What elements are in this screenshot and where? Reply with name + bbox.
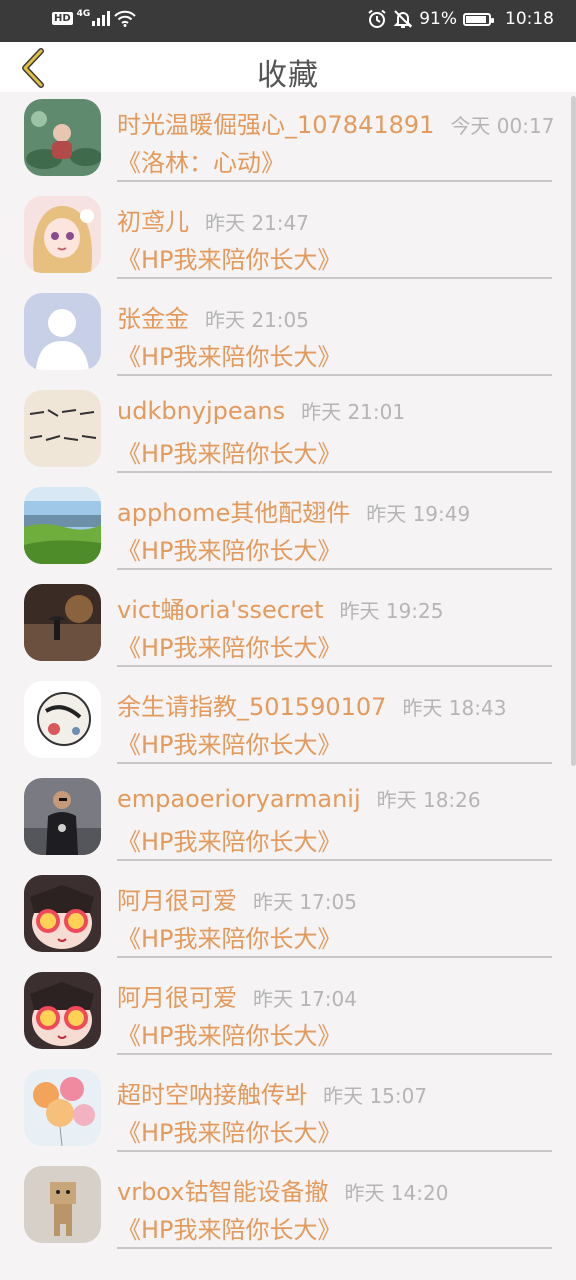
fiction-title[interactable]: 《HP我来陪你长大》 — [117, 1113, 342, 1148]
fiction-title[interactable]: 《HP我来陪你长大》 — [117, 240, 342, 275]
clock: 10:18 — [505, 9, 554, 29]
cartoon-glasses-avatar[interactable] — [24, 875, 101, 952]
man-photo-avatar[interactable] — [24, 778, 101, 855]
username[interactable]: 余生请指教_501590107 — [117, 687, 386, 722]
divider — [117, 180, 552, 182]
favorites-list: 时光温暖倔强心_107841891 今天 00:17 《洛林：心动》 初鸢儿 昨天 21… — [0, 92, 576, 1256]
fiction-title[interactable]: 《HP我来陪你长大》 — [117, 725, 342, 760]
balloons-avatar[interactable] — [24, 1069, 101, 1146]
divider — [117, 568, 552, 570]
list-item[interactable]: 初鸢儿 昨天 21:47 《HP我来陪你长大》 — [0, 189, 576, 286]
username[interactable]: apphome其他配翅件 — [117, 493, 350, 528]
username[interactable]: 阿月很可爱 — [117, 881, 237, 916]
battery-percent: 91% — [419, 9, 457, 29]
divider — [117, 277, 552, 279]
hd-badge: HD — [52, 12, 73, 25]
default-avatar[interactable] — [24, 293, 101, 370]
anime-girl-avatar[interactable] — [24, 196, 101, 273]
box-robot-avatar[interactable] — [24, 1166, 101, 1243]
timestamp: 今天 00:17 — [450, 114, 555, 138]
list-item[interactable]: udkbnyjpeans 昨天 21:01 《HP我来陪你长大》 — [0, 383, 576, 480]
bell-off-icon — [393, 10, 413, 28]
divider — [117, 1053, 552, 1055]
divider — [117, 956, 552, 958]
username[interactable]: 初鸢儿 — [117, 202, 189, 237]
landscape-avatar[interactable] — [24, 487, 101, 564]
alarm-icon — [368, 9, 386, 28]
username[interactable]: 阿月很可爱 — [117, 978, 237, 1013]
list-item[interactable]: 阿月很可爱 昨天 17:04 《HP我来陪你长大》 — [0, 965, 576, 1062]
username[interactable]: vrbox钴智能设备撤 — [117, 1172, 328, 1207]
fiction-title[interactable]: 《HP我来陪你长大》 — [117, 531, 342, 566]
handwriting-avatar[interactable] — [24, 390, 101, 467]
fiction-title[interactable]: 《HP我来陪你长大》 — [117, 1210, 342, 1245]
page-title: 收藏 — [257, 58, 319, 93]
timestamp: 昨天 18:26 — [376, 788, 481, 812]
timestamp: 昨天 17:05 — [253, 890, 357, 914]
status-bar: HD 4G 91% 10:18 — [0, 0, 576, 42]
divider — [117, 859, 552, 861]
network-type: 4G — [76, 8, 91, 19]
list-item[interactable]: apphome其他配翅件 昨天 19:49 《HP我来陪你长大》 — [0, 480, 576, 577]
divider — [117, 665, 552, 667]
timestamp: 昨天 17:04 — [253, 987, 357, 1011]
ink-painting-avatar[interactable] — [24, 681, 101, 758]
username[interactable]: empaoerioryarmanij — [117, 785, 361, 813]
battery-fill — [466, 15, 487, 23]
username[interactable]: 张金金 — [117, 299, 189, 334]
username[interactable]: 时光温暖倔强心_107841891 — [117, 105, 434, 140]
timestamp: 昨天 19:49 — [366, 502, 471, 526]
list-item[interactable]: 阿月很可爱 昨天 17:05 《HP我来陪你长大》 — [0, 868, 576, 965]
cartoon-glasses-avatar[interactable] — [24, 972, 101, 1049]
photo-avatar-lotus[interactable] — [24, 99, 101, 176]
timestamp: 昨天 15:07 — [323, 1084, 428, 1108]
list-item[interactable]: vrbox钴智能设备撤 昨天 14:20 《HP我来陪你长大》 — [0, 1159, 576, 1256]
timestamp: 昨天 21:01 — [301, 400, 406, 424]
fiction-title[interactable]: 《HP我来陪你长大》 — [117, 919, 342, 954]
divider — [117, 1150, 552, 1152]
timestamp: 昨天 19:25 — [339, 599, 444, 623]
divider — [117, 762, 552, 764]
divider — [117, 1247, 552, 1249]
divider — [117, 374, 552, 376]
timestamp: 昨天 21:47 — [205, 211, 309, 235]
list-item[interactable]: 张金金 昨天 21:05 《HP我来陪你长大》 — [0, 286, 576, 383]
divider — [117, 471, 552, 473]
list-item[interactable]: empaoerioryarmanij 昨天 18:26 《HP我来陪你长大》 — [0, 771, 576, 868]
list-item[interactable]: 超时空呐接触传봐 昨天 15:07 《HP我来陪你长大》 — [0, 1062, 576, 1159]
scrollbar[interactable] — [571, 96, 576, 766]
rain-street-avatar[interactable] — [24, 584, 101, 661]
timestamp: 昨天 18:43 — [402, 696, 507, 720]
timestamp: 昨天 21:05 — [205, 308, 309, 332]
list-item[interactable]: 余生请指教_501590107 昨天 18:43 《HP我来陪你长大》 — [0, 674, 576, 771]
username[interactable]: udkbnyjpeans — [117, 397, 285, 425]
username[interactable]: 超时空呐接触传봐 — [117, 1075, 307, 1110]
fiction-title[interactable]: 《HP我来陪你长大》 — [117, 628, 342, 663]
username[interactable]: vict蛹oria'ssecret — [117, 590, 323, 625]
fiction-title[interactable]: 《HP我来陪你长大》 — [117, 337, 342, 372]
signal-icon — [92, 11, 111, 26]
list-item[interactable]: vict蛹oria'ssecret 昨天 19:25 《HP我来陪你长大》 — [0, 577, 576, 674]
fiction-title[interactable]: 《HP我来陪你长大》 — [117, 434, 342, 469]
list-item[interactable]: 时光温暖倔强心_107841891 今天 00:17 《洛林：心动》 — [0, 92, 576, 189]
battery-icon — [463, 12, 494, 26]
fiction-title[interactable]: 《洛林：心动》 — [117, 143, 285, 178]
fiction-title[interactable]: 《HP我来陪你长大》 — [117, 822, 342, 857]
header-bar: 收藏 — [0, 42, 576, 93]
fiction-title[interactable]: 《HP我来陪你长大》 — [117, 1016, 342, 1051]
timestamp: 昨天 14:20 — [344, 1181, 449, 1205]
wifi-icon — [114, 10, 137, 27]
